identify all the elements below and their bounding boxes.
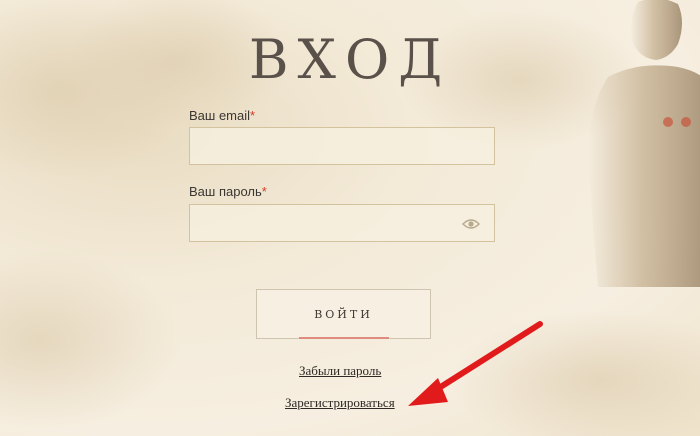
password-label: Ваш пароль*	[189, 184, 267, 199]
login-button[interactable]: ВОЙТИ	[256, 289, 431, 339]
email-field[interactable]	[190, 128, 494, 164]
page-title: ВХОД	[248, 28, 452, 91]
email-field-wrapper	[189, 127, 495, 165]
login-button-label: ВОЙТИ	[314, 307, 373, 321]
register-link[interactable]: Зарегистрироваться	[285, 395, 395, 411]
required-mark: *	[250, 108, 256, 123]
forgot-password-link[interactable]: Забыли пароль	[299, 363, 381, 379]
email-label-text: Ваш email	[189, 108, 251, 123]
email-label: Ваш email*	[189, 108, 255, 123]
eye-icon[interactable]	[462, 217, 480, 231]
password-field[interactable]	[190, 205, 494, 241]
password-field-wrapper	[189, 204, 495, 242]
required-mark: *	[261, 184, 267, 199]
password-label-text: Ваш пароль	[189, 184, 262, 199]
login-button-accent	[299, 337, 389, 339]
